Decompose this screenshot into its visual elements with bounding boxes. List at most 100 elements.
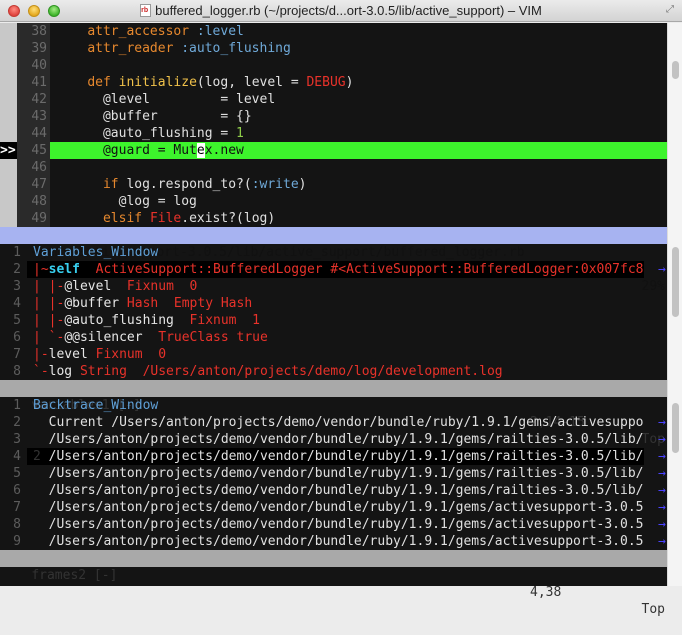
code-line[interactable]: 5 | |-@auto_flushing Fixnum 1 (0, 312, 667, 329)
code-line[interactable]: 42 /Users/anton/projects/demo/vendor/bun… (0, 448, 667, 465)
token: @level = level (56, 92, 276, 107)
code-line[interactable]: 39 attr_reader :auto_flushing (0, 40, 667, 57)
line-text: /Users/anton/projects/demo/vendor/bundle… (27, 499, 644, 516)
frames-scroll-thumb[interactable] (672, 403, 679, 453)
source-scroll-thumb[interactable] (672, 61, 679, 79)
line-text: @guard = Mutex.new (50, 142, 667, 159)
text-cursor: e (196, 143, 205, 158)
vertical-scrollbar[interactable] (667, 23, 682, 586)
line-text: Variables_Window (27, 244, 158, 261)
token: /Users/anton/projects/demo/vendor/bundle… (33, 432, 644, 447)
token: :auto_flushing (181, 41, 291, 56)
token: @guard = Mut (56, 143, 197, 158)
variables-pane[interactable]: 1 Variables_Window 2 |~self ActiveSupport::… (0, 244, 667, 380)
token: File (149, 211, 182, 226)
code-line[interactable]: 41 def initialize(log, level = DEBUG) (0, 74, 667, 91)
token: String /Users/anton/projects/demo/log/de… (72, 364, 503, 379)
code-line[interactable]: 7 |-level Fixnum 0 (0, 346, 667, 363)
token: |- (33, 347, 49, 362)
sign-column (0, 91, 17, 108)
line-text: `-log String /Users/anton/projects/demo/… (27, 363, 503, 380)
frames-buffer-name: frames2 [-] (31, 568, 118, 583)
line-number: 1 (13, 398, 21, 413)
token: ) (298, 177, 307, 192)
frames-pane[interactable]: 1 Backtrace_Window 2 Current /Users/anton/… (0, 397, 667, 550)
line-text: elsif File.exist?(log) (50, 210, 275, 227)
code-line[interactable]: 42 @level = level (0, 91, 667, 108)
line-continues-icon: → (658, 483, 666, 498)
code-line[interactable]: 46 (0, 159, 667, 176)
sign-column (0, 125, 17, 142)
token: @log = log (56, 194, 197, 209)
code-line[interactable]: 1 Variables_Window (0, 244, 667, 261)
line-text (50, 159, 56, 176)
line-number: 42 (17, 91, 50, 108)
line-text (50, 57, 56, 74)
code-line[interactable]: 40 (0, 57, 667, 74)
token: ) (345, 75, 354, 90)
line-continues-icon: → (658, 262, 666, 277)
source-pane[interactable]: 38 attr_accessor :level 39 attr_reader :a… (0, 23, 667, 227)
token: def (87, 75, 111, 90)
token: Fixnum 0 (87, 347, 167, 362)
token: (log, level = (196, 75, 307, 90)
line-number: 7 (13, 347, 21, 362)
line-number: 49 (17, 210, 50, 227)
code-line[interactable]: 4 | |-@buffer Hash Empty Hash (0, 295, 667, 312)
line-number: 41 (17, 74, 50, 91)
line-text: /Users/anton/projects/demo/vendor/bundle… (27, 482, 644, 499)
line-text: /Users/anton/projects/demo/vendor/bundle… (27, 465, 644, 482)
code-line[interactable]: 44 @auto_flushing = 1 (0, 125, 667, 142)
code-line[interactable]: 6 /Users/anton/projects/demo/vendor/bund… (0, 482, 667, 499)
breakpoint-line[interactable]: >> 45 @guard = Mutex.new (0, 142, 667, 159)
code-line[interactable]: 47 if log.respond_to?(:write) (0, 176, 667, 193)
variables-scroll-thumb[interactable] (672, 247, 679, 317)
vim-editor[interactable]: 38 attr_accessor :level 39 attr_reader :a… (0, 23, 667, 617)
line-number: 6 (13, 330, 21, 345)
token: | |- (33, 279, 65, 294)
code-line[interactable]: 8 `-log String /Users/anton/projects/demo… (0, 363, 667, 380)
code-line[interactable]: 8 /Users/anton/projects/demo/vendor/bund… (0, 516, 667, 533)
token: log (48, 364, 73, 379)
line-number: 38 (17, 23, 50, 40)
code-line[interactable]: 2 Current /Users/anton/projects/demo/ven… (0, 414, 667, 431)
line-number: 5 (13, 466, 21, 481)
source-status-line: <gems/activesupport-3.0.5/lib/active_sup… (0, 227, 667, 294)
code-line[interactable]: 43 @buffer = {} (0, 108, 667, 125)
line-continues-icon: → (658, 449, 666, 464)
token: self (48, 262, 80, 277)
code-line[interactable]: 3 | |-@level Fixnum 0 (0, 278, 667, 295)
line-number: 4 (13, 449, 21, 464)
line-number: 43 (17, 108, 50, 125)
code-line[interactable]: 5 /Users/anton/projects/demo/vendor/bund… (0, 465, 667, 482)
line-text: | |-@level Fixnum 0 (27, 278, 197, 295)
ruby-file-icon (140, 4, 152, 17)
line-number: 3 (13, 279, 21, 294)
code-line[interactable]: 7 /Users/anton/projects/demo/vendor/bund… (0, 499, 667, 516)
line-number: 8 (13, 364, 21, 379)
line-text: @auto_flushing = 1 (50, 125, 244, 142)
token: /Users/anton/projects/demo/vendor/bundle… (33, 449, 644, 464)
code-line[interactable]: 6 | `-@@silencer TrueClass true (0, 329, 667, 346)
frames-scroll-percent: Top (641, 602, 665, 617)
breakpoint-sign: >> (0, 142, 17, 159)
token: /Users/anton/projects/demo/vendor/bundle… (33, 517, 644, 532)
line-number: 40 (17, 57, 50, 74)
code-line[interactable]: 38 attr_accessor :level (0, 23, 667, 40)
token: | |- (33, 296, 65, 311)
token: /Users/anton/projects/demo/vendor/bundle… (33, 466, 644, 481)
code-line[interactable]: 2 |~self ActiveSupport::BufferedLogger #<… (0, 261, 667, 278)
line-text: Backtrace_Window (27, 397, 158, 414)
code-line[interactable]: 1 Backtrace_Window (0, 397, 667, 414)
code-line[interactable]: 49 elsif File.exist?(log) (0, 210, 667, 227)
line-text: | |-@auto_flushing Fixnum 1 (27, 312, 260, 329)
code-line[interactable]: 9 /Users/anton/projects/demo/vendor/bund… (0, 533, 667, 550)
fullscreen-icon[interactable]: ⤢ (666, 5, 676, 15)
code-line[interactable]: 48 @log = log (0, 193, 667, 210)
token: | `- (33, 330, 65, 345)
token: @auto_flushing = (56, 126, 237, 141)
line-text: | |-@buffer Hash Empty Hash (27, 295, 252, 312)
code-line[interactable]: 3 /Users/anton/projects/demo/vendor/bund… (0, 431, 667, 448)
